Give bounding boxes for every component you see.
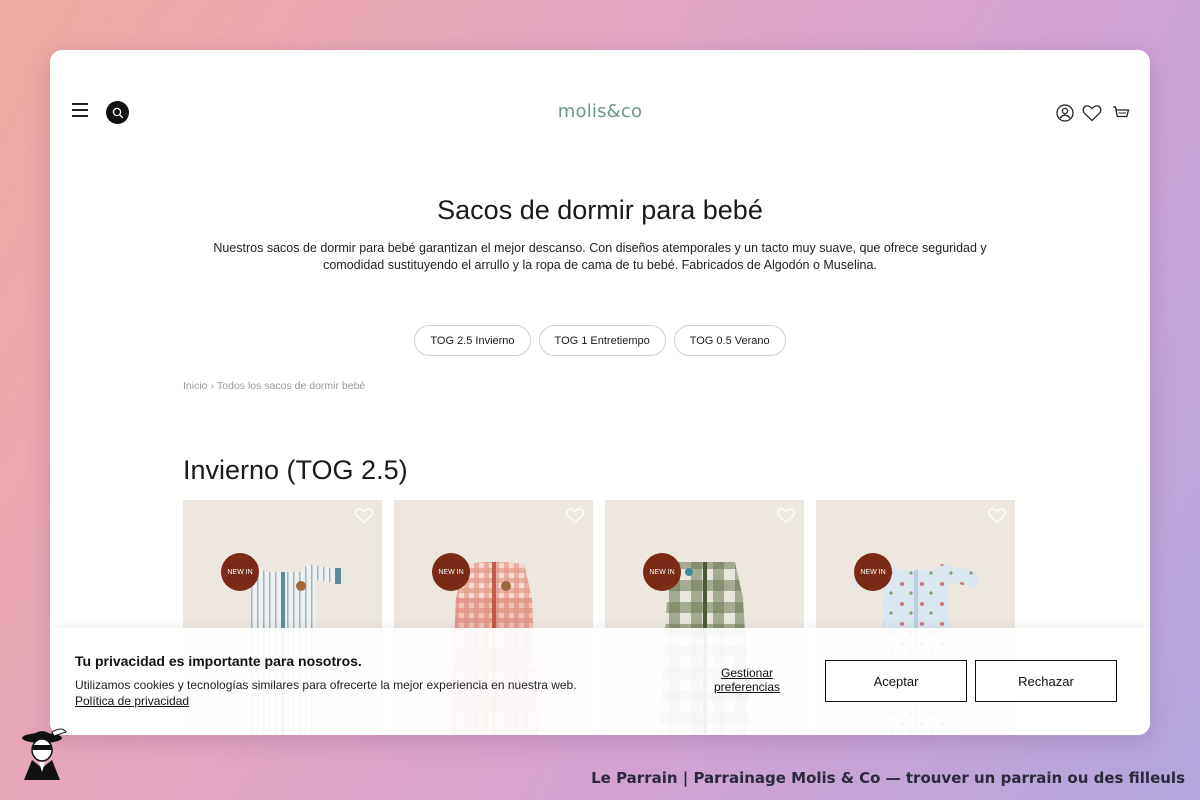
wishlist-heart-icon[interactable]: [987, 507, 1007, 524]
new-in-badge: NEW IN: [432, 553, 470, 591]
privacy-policy-link[interactable]: Política de privacidad: [75, 694, 189, 708]
filter-pills: TOG 2.5 Invierno TOG 1 Entretiempo TOG 0…: [50, 325, 1150, 356]
breadcrumb: Inicio › Todos los sacos de dormir bebé: [183, 380, 368, 392]
breadcrumb-home[interactable]: Inicio: [183, 380, 208, 392]
cookie-banner: Tu privacidad es importante para nosotro…: [50, 628, 1150, 735]
page-title: Sacos de dormir para bebé: [437, 195, 763, 225]
section-title: Invierno (TOG 2.5): [183, 455, 408, 485]
breadcrumb-current: Todos los sacos de dormir bebé: [217, 380, 366, 392]
cart-icon[interactable]: [1111, 103, 1131, 123]
site-logo[interactable]: molis&co: [50, 101, 1150, 122]
cookie-title: Tu privacidad es importante para nosotro…: [75, 653, 362, 669]
wishlist-heart-icon[interactable]: [565, 507, 585, 524]
reject-button[interactable]: Rechazar: [975, 660, 1117, 702]
page-description: Nuestros sacos de dormir para bebé garan…: [213, 241, 987, 272]
wishlist-icon[interactable]: [1082, 103, 1102, 123]
accept-button[interactable]: Aceptar: [825, 660, 967, 702]
wishlist-heart-icon[interactable]: [354, 507, 374, 524]
filter-tog-1[interactable]: TOG 1 Entretiempo: [538, 325, 666, 356]
filter-tog-2-5[interactable]: TOG 2.5 Invierno: [414, 325, 531, 356]
account-icon[interactable]: [1055, 103, 1075, 123]
mascot-logo-icon: [22, 728, 67, 780]
cookie-text: Utilizamos cookies y tecnologías similar…: [75, 678, 577, 692]
footer-caption: Le Parrain | Parrainage Molis & Co — tro…: [591, 769, 1185, 787]
wishlist-heart-icon[interactable]: [776, 507, 796, 524]
new-in-badge: NEW IN: [221, 553, 259, 591]
manage-preferences-link[interactable]: Gestionar preferencias: [710, 666, 784, 694]
new-in-badge: NEW IN: [854, 553, 892, 591]
new-in-badge: NEW IN: [643, 553, 681, 591]
filter-tog-0-5[interactable]: TOG 0.5 Verano: [673, 325, 786, 356]
breadcrumb-separator: ›: [210, 380, 215, 392]
browser-window: molis&co Sacos de dormir para bebé Nuest…: [50, 50, 1150, 735]
